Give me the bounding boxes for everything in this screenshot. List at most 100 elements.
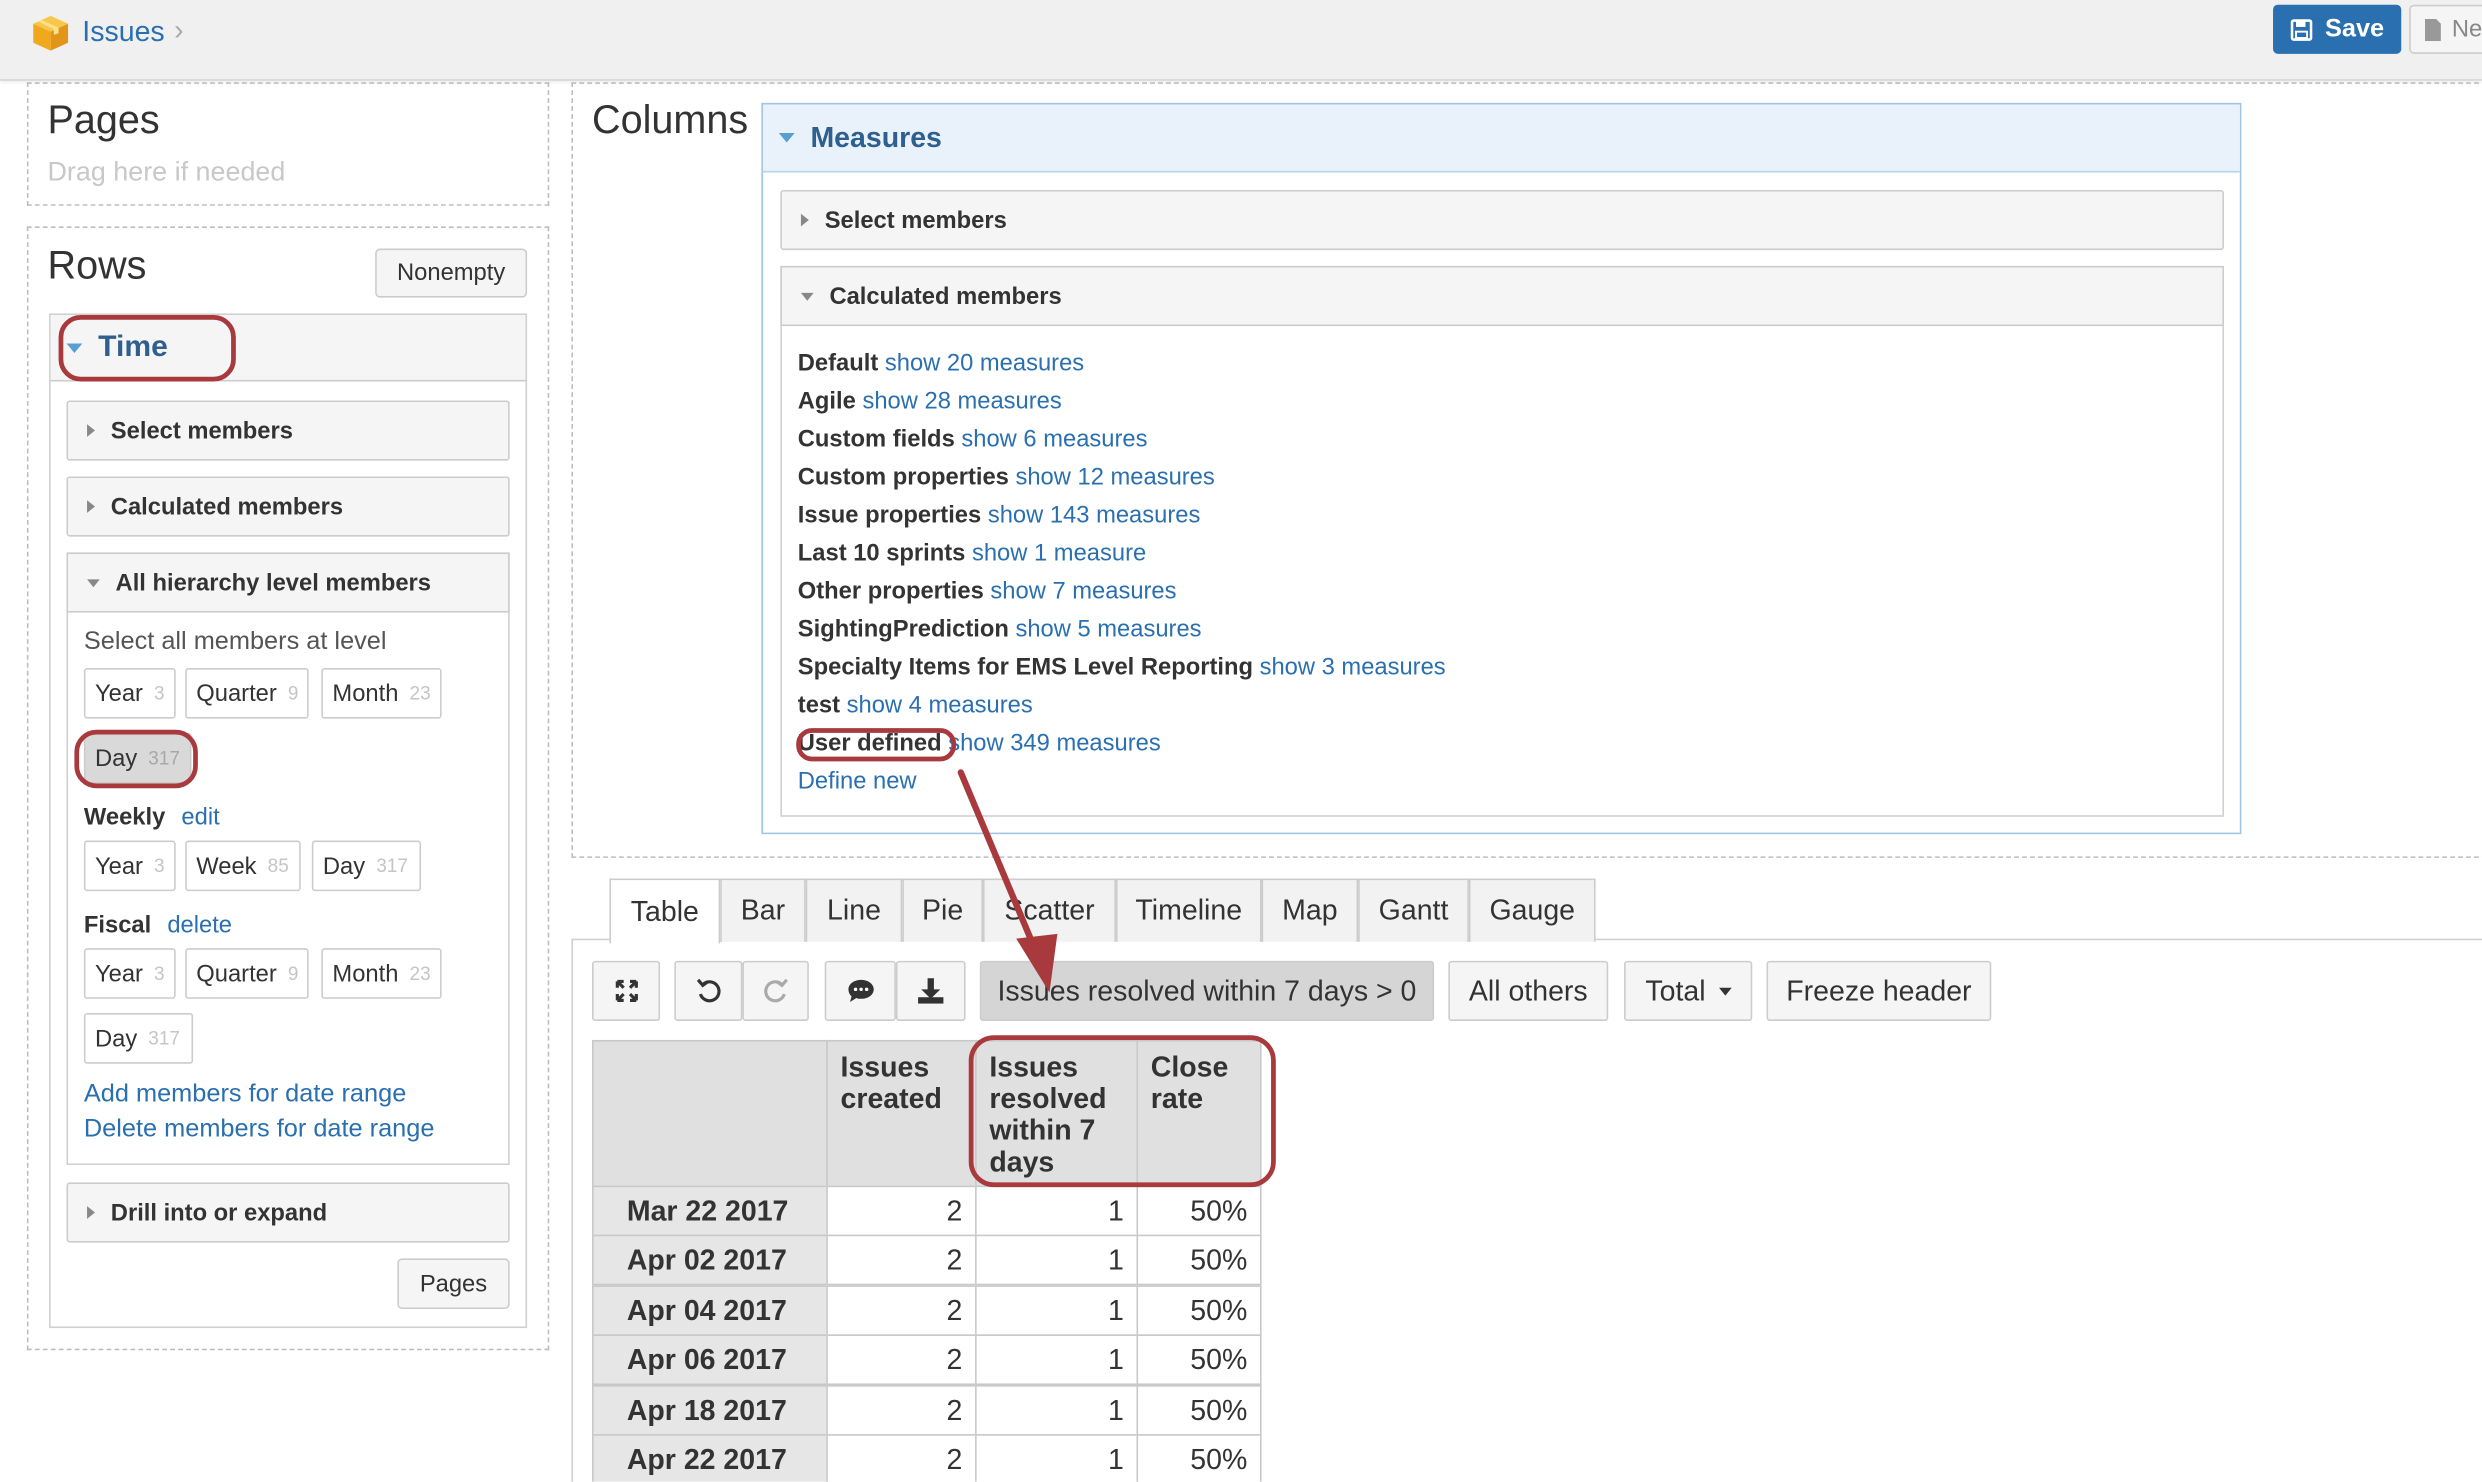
tab-timeline[interactable]: Timeline xyxy=(1115,878,1262,942)
weekly-edit-link[interactable]: edit xyxy=(181,804,219,831)
tab-line[interactable]: Line xyxy=(805,878,903,942)
level-chip-day[interactable]: Day 317 xyxy=(83,732,192,784)
fiscal-chip-quarter[interactable]: Quarter 9 xyxy=(185,948,309,999)
table-cell: 50% xyxy=(1136,1434,1262,1482)
calc-group-link[interactable]: show 6 measures xyxy=(961,426,1147,453)
undo-button[interactable] xyxy=(674,960,743,1021)
level-chip-month[interactable]: Month 23 xyxy=(321,667,442,719)
top-bar xyxy=(0,0,2482,81)
save-button[interactable]: Save xyxy=(2273,4,2402,54)
comments-button[interactable] xyxy=(824,960,896,1021)
table-cell: 1 xyxy=(975,1185,1139,1237)
calc-group-link[interactable]: show 7 measures xyxy=(990,578,1176,605)
tab-scatter[interactable]: Scatter xyxy=(982,878,1116,942)
nonempty-button[interactable]: Nonempty xyxy=(375,248,528,298)
delete-date-range-link[interactable]: Delete members for date range xyxy=(84,1116,435,1144)
fiscal-chip-year[interactable]: Year 3 xyxy=(83,948,176,999)
rows-title: Rows xyxy=(47,243,147,289)
fiscal-chip-month[interactable]: Month 23 xyxy=(321,948,442,999)
calc-group-name: Specialty Items for EMS Level Reporting xyxy=(797,653,1253,681)
download-icon xyxy=(918,978,944,1004)
measure-filter-button[interactable]: Issues resolved within 7 days > 0 xyxy=(979,960,1435,1021)
total-dropdown[interactable]: Total xyxy=(1624,960,1753,1021)
time-dimension-header[interactable]: Time xyxy=(50,314,526,382)
table-cell: 1 xyxy=(975,1334,1139,1386)
calc-group-link[interactable]: show 5 measures xyxy=(1015,616,1201,643)
tab-map[interactable]: Map xyxy=(1261,878,1359,942)
rows-calculated-members-label: Calculated members xyxy=(110,493,344,520)
calc-group: Last 10 sprints show 1 measure xyxy=(798,535,1446,573)
row-header[interactable]: Mar 22 2017 xyxy=(592,1185,828,1237)
level-chip-year[interactable]: Year 3 xyxy=(83,667,176,719)
rows-select-members[interactable]: Select members xyxy=(66,400,510,461)
redo-button[interactable] xyxy=(742,960,809,1021)
chip-count: 317 xyxy=(148,747,181,770)
table-cell: 50% xyxy=(1136,1385,1262,1436)
level-chip-quarter[interactable]: Quarter 9 xyxy=(185,667,309,719)
breadcrumb-issues[interactable]: Issues xyxy=(82,16,164,49)
floppy-disk-icon xyxy=(2290,18,2313,41)
cube-logo-icon xyxy=(33,15,69,51)
expand-arrows-icon xyxy=(614,979,638,1002)
calc-group-link[interactable]: show 28 measures xyxy=(862,388,1061,415)
document-icon xyxy=(2425,18,2441,41)
calc-group-link[interactable]: show 4 measures xyxy=(847,692,1033,719)
expand-caret-icon xyxy=(87,500,95,513)
chip-count: 317 xyxy=(376,854,408,877)
calc-groups-list: Default show 20 measures Agile show 28 m… xyxy=(798,345,1446,801)
tab-pie[interactable]: Pie xyxy=(902,878,983,942)
column-header[interactable]: Close rate xyxy=(1136,1039,1262,1188)
calc-group-link[interactable]: show 12 measures xyxy=(1015,464,1214,491)
expand-caret-icon xyxy=(87,1206,95,1219)
calc-group-link[interactable]: show 20 measures xyxy=(885,350,1084,377)
all-others-button[interactable]: All others xyxy=(1448,960,1609,1021)
row-header[interactable]: Apr 18 2017 xyxy=(592,1385,828,1436)
calc-group: test show 4 measures xyxy=(798,687,1446,725)
column-header[interactable]: Issues resolved within 7 days xyxy=(975,1039,1139,1188)
fiscal-chip-day[interactable]: Day 317 xyxy=(83,1013,194,1064)
row-header[interactable]: Apr 22 2017 xyxy=(592,1434,828,1482)
weekly-chip-year[interactable]: Year 3 xyxy=(83,840,176,892)
define-new-link[interactable]: Define new xyxy=(798,763,1446,801)
drill-into-expand[interactable]: Drill into or expand xyxy=(66,1182,510,1243)
table-cell: 2 xyxy=(826,1434,977,1482)
pages-hint: Drag here if needed xyxy=(47,156,286,187)
results-left-border xyxy=(571,938,574,1482)
breadcrumb-chevron-icon: › xyxy=(174,14,184,46)
calc-group-name: Custom properties xyxy=(797,463,1009,491)
row-header[interactable]: Apr 02 2017 xyxy=(592,1234,828,1286)
calc-group-link[interactable]: show 143 measures xyxy=(988,502,1201,529)
tab-bar[interactable]: Bar xyxy=(720,878,806,942)
fullscreen-button[interactable] xyxy=(592,960,661,1021)
chip-label: Day xyxy=(322,852,366,880)
calc-group-link[interactable]: show 3 measures xyxy=(1260,654,1446,681)
export-button[interactable] xyxy=(895,960,966,1021)
pages-button[interactable]: Pages xyxy=(397,1258,510,1310)
chip-count: 9 xyxy=(287,962,299,985)
calc-group-link[interactable]: show 1 measure xyxy=(972,540,1146,567)
calc-group: Specialty Items for EMS Level Reporting … xyxy=(798,649,1446,687)
calc-group: Custom properties show 12 measures xyxy=(798,459,1446,497)
weekly-chip-week[interactable]: Week 85 xyxy=(185,840,301,892)
calc-group-name: Custom fields xyxy=(797,425,955,453)
new-report-button[interactable]: Ne xyxy=(2409,4,2482,54)
weekly-chip-day[interactable]: Day 317 xyxy=(311,840,422,892)
tab-gantt[interactable]: Gantt xyxy=(1358,878,1469,942)
tab-gauge[interactable]: Gauge xyxy=(1468,878,1596,942)
measures-select-members[interactable]: Select members xyxy=(780,189,2224,251)
calc-group-link[interactable]: show 349 measures xyxy=(948,730,1161,757)
freeze-header-button[interactable]: Freeze header xyxy=(1766,960,1992,1021)
all-levels-header[interactable]: All hierarchy level members xyxy=(66,552,510,613)
row-header[interactable]: Apr 04 2017 xyxy=(592,1285,828,1336)
fiscal-delete-link[interactable]: delete xyxy=(167,912,232,939)
add-date-range-link[interactable]: Add members for date range xyxy=(84,1081,406,1109)
calc-group: Custom fields show 6 measures xyxy=(798,421,1446,459)
column-header[interactable]: Issues created xyxy=(826,1039,977,1188)
row-header[interactable]: Apr 06 2017 xyxy=(592,1334,828,1386)
rows-calculated-members[interactable]: Calculated members xyxy=(66,476,510,537)
measures-header[interactable]: Measures xyxy=(762,104,2240,173)
chip-count: 3 xyxy=(154,682,165,705)
measures-calculated-members[interactable]: Calculated members xyxy=(780,265,2224,327)
tab-table[interactable]: Table xyxy=(609,878,721,944)
fiscal-label: Fiscal xyxy=(83,911,152,939)
